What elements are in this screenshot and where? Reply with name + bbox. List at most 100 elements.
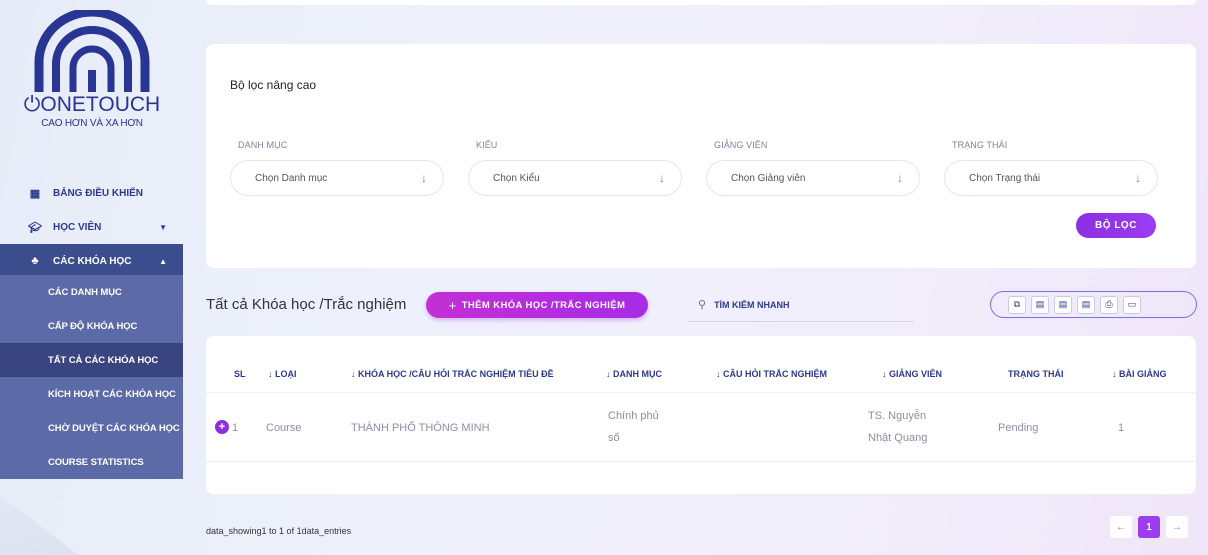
courses-table: SL ↓ LOẠI ↓ KHÓA HỌC /CÂU HỎI TRẮC NGHIỆ… <box>206 336 1196 494</box>
arrow-down-icon: ↓ <box>897 171 903 185</box>
cell-instructor: TS. Nguyễn Nhật Quang <box>868 405 927 449</box>
search-input[interactable] <box>714 299 895 310</box>
brand-tagline: CAO HƠN VÀ XA HƠN <box>41 118 143 129</box>
export-buttons: ⧉ ▤ ▤ ▤ ⎙ ▭ <box>990 291 1197 318</box>
subnav-all-courses[interactable]: TẤT CẢ CÁC KHÓA HỌC <box>0 343 183 377</box>
type-select[interactable]: Chọn Kiểu ↓ <box>468 160 682 196</box>
cell-type: Course <box>266 422 302 434</box>
pdf-icon[interactable]: ▤ <box>1077 295 1095 314</box>
add-course-button[interactable]: + THÊM KHÓA HỌC /TRẮC NGHIỆM <box>426 292 648 318</box>
subnav-activate-courses[interactable]: KÍCH HOẠT CÁC KHÓA HỌC <box>0 377 183 411</box>
filter-title: Bộ lọc nâng cao <box>230 78 317 92</box>
col-header-label: BÀI GIẢNG <box>1119 369 1167 379</box>
filter-label: TRẠNG THÁI <box>952 140 1008 150</box>
sort-arrow-icon: ↓ <box>1112 369 1120 379</box>
cell-instructor-line1: TS. Nguyễn <box>868 410 927 422</box>
instructor-select[interactable]: Chọn Giảng viên ↓ <box>706 160 920 196</box>
top-card-strip <box>206 0 1196 5</box>
col-header-sl[interactable]: SL <box>234 369 246 379</box>
sort-arrow-icon: ↓ <box>716 369 724 379</box>
grid-icon: ▦ <box>29 187 41 200</box>
filter-label: KIỂU <box>476 140 498 150</box>
divider <box>206 461 1196 462</box>
sidebar-item-students[interactable]: 🎓︎ HỌC VIÊN ▼ <box>0 210 183 244</box>
chevron-down-icon: ▼ <box>159 222 167 232</box>
sidebar-item-courses[interactable]: ♣ CÁC KHÓA HỌC ▲ <box>0 244 183 278</box>
add-course-label: THÊM KHÓA HỌC /TRẮC NGHIỆM <box>461 299 626 311</box>
col-header-label: KHÓA HỌC /CÂU HỎI TRẮC NGHIỆM TIÊU ĐỀ <box>358 369 554 379</box>
subnav-course-levels[interactable]: CẤP ĐỘ KHÓA HỌC <box>0 309 183 343</box>
entries-info: data_showing1 to 1 of 1data_entries <box>206 526 352 536</box>
sort-arrow-icon: ↓ <box>268 369 276 379</box>
subnav-course-statistics[interactable]: COURSE STATISTICS <box>0 445 183 479</box>
sidebar-nav: ▦ BẢNG ĐIỀU KHIỂN 🎓︎ HỌC VIÊN ▼ ♣ CÁC KH… <box>0 176 183 278</box>
excel-icon[interactable]: ▤ <box>1031 295 1049 314</box>
select-placeholder: Chọn Trạng thái <box>969 172 1041 184</box>
col-header-status[interactable]: TRẠNG THÁI <box>1008 369 1064 379</box>
filter-category-group: DANH MỤC Chọn Danh mục ↓ <box>230 140 444 196</box>
quick-search: ⚲ <box>688 288 914 322</box>
arrow-down-icon: ↓ <box>659 171 665 185</box>
col-header-label: DANH MỤC <box>613 369 663 379</box>
category-select[interactable]: Chọn Danh mục ↓ <box>230 160 444 196</box>
filter-button[interactable]: BỘ LỌC <box>1076 213 1156 238</box>
col-header-quiz[interactable]: ↓ CÂU HỎI TRẮC NGHIỆM <box>716 369 827 379</box>
brand-name-text: ONETOUCH <box>40 93 161 116</box>
filter-status-group: TRẠNG THÁI Chọn Trạng thái ↓ <box>944 140 1158 196</box>
cell-status: Pending <box>998 422 1039 434</box>
sidebar-item-label: HỌC VIÊN <box>53 221 102 233</box>
sidebar-item-label: CÁC KHÓA HỌC <box>53 255 132 267</box>
sidebar-decor <box>0 495 79 555</box>
arrow-down-icon: ↓ <box>1135 171 1141 185</box>
col-header-label: CÂU HỎI TRẮC NGHIỆM <box>723 369 828 379</box>
col-header-type[interactable]: ↓ LOẠI <box>268 369 297 379</box>
status-select[interactable]: Chọn Trạng thái ↓ <box>944 160 1158 196</box>
sort-arrow-icon: ↓ <box>606 369 614 379</box>
col-header-instructor[interactable]: ↓ GIẢNG VIÊN <box>882 369 942 379</box>
columns-icon[interactable]: ▭ <box>1123 295 1141 314</box>
select-placeholder: Chọn Giảng viên <box>731 172 806 184</box>
page-button[interactable]: 1 <box>1138 516 1160 538</box>
cell-instructor-line2: Nhật Quang <box>868 432 928 444</box>
chevron-up-icon: ▲ <box>159 256 167 266</box>
cell-sl: 1 <box>232 422 239 434</box>
layers-icon: ♣ <box>31 255 39 267</box>
col-header-label: GIẢNG VIÊN <box>889 369 943 379</box>
expand-row-icon[interactable]: + <box>215 420 229 434</box>
filter-instructor-group: GIẢNG VIÊN Chọn Giảng viên ↓ <box>706 140 920 196</box>
plus-icon: + <box>448 297 457 313</box>
subnav-categories[interactable]: CÁC DANH MỤC <box>0 275 183 309</box>
copy-icon[interactable]: ⧉ <box>1008 295 1026 314</box>
print-icon[interactable]: ⎙ <box>1100 295 1118 314</box>
search-icon: ⚲ <box>698 299 707 311</box>
filter-label: DANH MỤC <box>238 140 288 150</box>
brand-name: ⏻ONETOUCH <box>22 94 162 116</box>
cell-category-line2: số <box>608 432 620 444</box>
prev-page-button[interactable]: ← <box>1110 516 1132 538</box>
pagination: ← 1 → <box>1104 516 1188 538</box>
filter-type-group: KIỂU Chọn Kiểu ↓ <box>468 140 682 196</box>
cell-category: Chính phủ số <box>608 405 659 449</box>
divider <box>206 392 1196 393</box>
next-page-button[interactable]: → <box>1166 516 1188 538</box>
sort-arrow-icon: ↓ <box>351 369 359 379</box>
col-header-category[interactable]: ↓ DANH MỤC <box>606 369 662 379</box>
filter-card: Bộ lọc nâng cao DANH MỤC Chọn Danh mục ↓… <box>206 44 1196 268</box>
subnav-pending-courses[interactable]: CHỜ DUYỆT CÁC KHÓA HỌC <box>0 411 183 445</box>
logo[interactable]: ⏻ONETOUCH CAO HƠN VÀ XA HƠN <box>22 10 162 129</box>
col-header-lectures[interactable]: ↓ BÀI GIẢNG <box>1112 369 1167 379</box>
col-header-title[interactable]: ↓ KHÓA HỌC /CÂU HỎI TRẮC NGHIỆM TIÊU ĐỀ <box>351 369 554 379</box>
logo-arches-icon <box>34 10 150 92</box>
sort-arrow-icon: ↓ <box>882 369 890 379</box>
select-placeholder: Chọn Kiểu <box>493 172 540 184</box>
sidebar-subnav: CÁC DANH MỤC CẤP ĐỘ KHÓA HỌC TẤT CẢ CÁC … <box>0 275 183 479</box>
page-title: Tất cả Khóa học /Trắc nghiệm <box>206 296 407 313</box>
power-icon: ⏻ <box>23 93 41 116</box>
filter-label: GIẢNG VIÊN <box>714 140 768 150</box>
sidebar-item-dashboard[interactable]: ▦ BẢNG ĐIỀU KHIỂN <box>0 176 183 210</box>
arrow-down-icon: ↓ <box>421 171 427 185</box>
select-placeholder: Chọn Danh mục <box>255 172 328 184</box>
cell-title[interactable]: THÀNH PHỐ THÔNG MINH <box>351 417 490 439</box>
csv-icon[interactable]: ▤ <box>1054 295 1072 314</box>
sidebar-item-label: BẢNG ĐIỀU KHIỂN <box>53 187 144 199</box>
